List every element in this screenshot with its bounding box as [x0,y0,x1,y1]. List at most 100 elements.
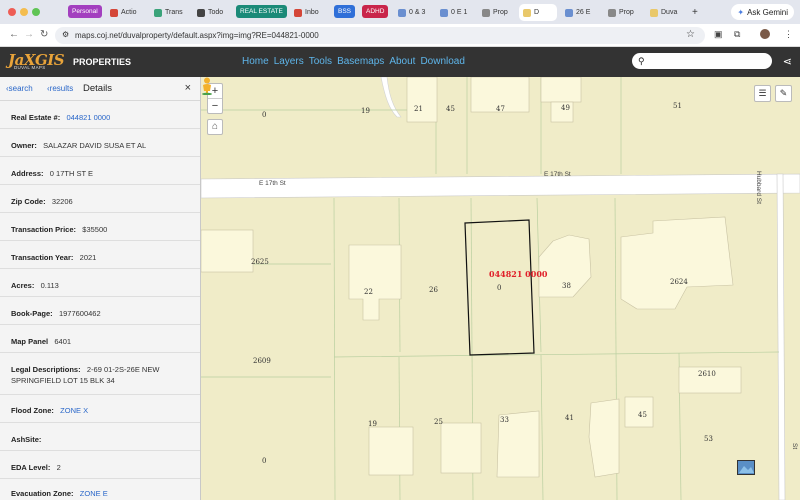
minimize-window-button[interactable] [20,8,28,16]
jaxgis-logo[interactable]: JaXGIS DUVAL MAPS [8,51,66,73]
close-window-button[interactable] [8,8,16,16]
lot-number: 41 [565,414,574,422]
selected-parcel-label: 044821 0000 [489,269,548,279]
eraser-icon: ✎ [779,88,788,98]
curved-road [380,77,402,118]
lot-number: 45 [446,105,455,113]
tab-group-adhd[interactable]: ADHD [362,5,389,18]
lot-number: 25 [434,418,443,426]
lot-number: 49 [561,104,570,112]
field-ash-site: AshSite: [0,423,200,451]
legend-button[interactable]: ☰ [754,85,771,102]
todo-icon [197,8,205,17]
close-icon[interactable]: × [185,82,191,94]
maximize-window-button[interactable] [32,8,40,16]
panel-title: Details [83,83,113,94]
field-legal-descriptions: Legal Descriptions: 2-69 01-2S-26E NEW S… [0,353,200,395]
home-extent-button[interactable]: ⌂ [207,119,223,135]
back-to-search-link[interactable]: ‹search [6,84,33,93]
field-label: Transaction Year: [11,253,74,262]
tab-prop-2[interactable]: Prop [604,4,644,21]
tab-active-duval[interactable]: D [519,4,557,21]
street-view-pegman-icon[interactable] [201,77,213,95]
street-label: Hubbard St [755,171,762,204]
reload-icon[interactable]: ↻ [40,29,48,40]
bookmark-star-icon[interactable]: ☆ [686,29,695,40]
nav-layers[interactable]: Layers [274,56,304,67]
lot-number: 45 [638,411,647,419]
back-arrow-icon[interactable]: ← [9,29,19,40]
tab-label: Prop [619,9,634,16]
tab-duval[interactable]: Duva [646,4,686,21]
field-value: 6401 [54,337,72,346]
tab-group-bss[interactable]: BSS [334,5,356,18]
gmail-icon [110,8,118,17]
field-label: AshSite: [11,435,42,444]
extension-icon[interactable]: ▣ [714,29,723,40]
erase-button[interactable]: ✎ [775,85,792,102]
nav-tools[interactable]: Tools [309,56,332,67]
lot-number: 0 [262,457,267,465]
real-estate-number-link[interactable]: 044821 0000 [66,113,110,122]
menu-dots-icon[interactable]: ⋮ [784,29,793,40]
lot-number: 26 [429,286,438,294]
page-icon [523,8,531,17]
field-label: Book-Page: [11,309,53,318]
app-title: PROPERTIES [73,57,132,67]
tab-label: D [534,9,540,16]
share-icon[interactable]: ⋖ [783,55,792,68]
browser-toolbar: ← → ↻ ⚙ maps.coj.net/duvalproperty/defau… [0,24,800,47]
site-info-icon[interactable]: ⚙ [62,30,69,39]
globe-icon [608,8,616,17]
basemap-toggle-button[interactable] [737,460,755,475]
forward-arrow-icon[interactable]: → [24,29,34,40]
field-label: Acres: [11,281,35,290]
profile-avatar[interactable] [760,29,770,39]
new-tab-button[interactable]: + [688,4,702,21]
tab-label: Duva [661,9,678,16]
puzzle-extensions-icon[interactable]: ⧉ [734,29,740,40]
field-transaction-year: Transaction Year: 2021 [0,241,200,269]
street-label: E 17th St [259,180,286,187]
tab-trans[interactable]: Trans [150,4,190,21]
nav-about[interactable]: About [389,56,415,67]
field-label: Transaction Price: [11,225,77,234]
tab-prop[interactable]: Prop [478,4,518,21]
gmail-icon [294,8,302,17]
tab-label: Trans [165,9,183,16]
lot-number: 33 [500,416,509,424]
lot-number: 53 [704,435,713,443]
tab-group-real-estate[interactable]: REAL ESTATE [236,5,287,18]
flood-zone-link[interactable]: ZONE X [60,406,88,415]
tab-26-e[interactable]: 26 E [561,4,601,21]
search-input[interactable]: ⚲ [632,53,772,69]
tab-label: Actio [121,9,137,16]
tab-actio[interactable]: Actio [106,4,150,21]
search-icon[interactable]: ⚲ [638,56,645,67]
nav-basemaps[interactable]: Basemaps [337,56,384,67]
tab-inbox[interactable]: Inbo [290,4,330,21]
tab-group-personal[interactable]: Personal [68,5,102,18]
tab-0-and-3[interactable]: 0 & 3 [394,4,434,21]
tab-todo[interactable]: Todo [193,4,233,21]
lot-number: 47 [496,105,505,113]
tab-label: Prop [493,9,508,16]
tab-0-e-1[interactable]: 0 E 1 [436,4,476,21]
address-bar[interactable]: ⚙ maps.coj.net/duvalproperty/default.asp… [55,27,705,44]
ask-gemini-button[interactable]: ✦ Ask Gemini [731,4,794,20]
nav-download[interactable]: Download [420,56,464,67]
street-label: Hubbard St [791,443,800,468]
nav-home[interactable]: Home [242,56,269,67]
zoom-out-button[interactable]: − [208,99,222,114]
globe-icon [398,8,406,17]
tab-label: 26 E [576,9,591,16]
back-to-results-link[interactable]: ‹results [47,84,73,93]
lot-number: 21 [414,105,423,113]
field-label: Legal Descriptions: [11,365,81,374]
back-to-search-label: search [8,84,33,93]
map-canvas[interactable]: E 17th St E 17th St Hubbard St Hubbard S… [201,77,800,500]
field-map-panel: Map Panel 6401 [0,325,200,353]
evacuation-zone-link[interactable]: ZONE E [80,489,108,498]
field-value: 2 [56,463,61,472]
lot-number: 22 [364,288,373,296]
